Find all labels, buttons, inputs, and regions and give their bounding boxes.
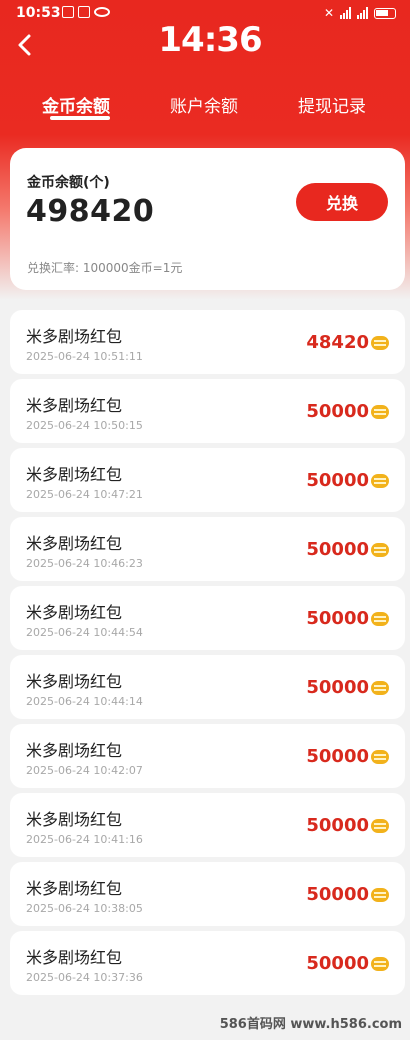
record-title: 米多剧场红包 — [26, 810, 123, 829]
record-time: 2025-06-24 10:50:15 — [26, 419, 143, 432]
record-title: 米多剧场红包 — [26, 879, 123, 898]
coin-stack-icon — [371, 543, 389, 557]
signal-icon — [340, 7, 351, 19]
record-amount: 50000 — [306, 953, 369, 974]
record-title: 米多剧场红包 — [26, 396, 123, 415]
record-time: 2025-06-24 10:46:23 — [26, 557, 143, 570]
coin-stack-icon — [371, 750, 389, 764]
notification-icon — [78, 6, 90, 18]
list-item[interactable]: 米多剧场红包 2025-06-24 10:37:36 50000 — [10, 931, 405, 995]
tab-account-balance[interactable]: 账户余额 — [170, 92, 238, 117]
signal-icon — [357, 7, 368, 19]
record-title: 米多剧场红包 — [26, 948, 123, 967]
record-time: 2025-06-24 10:42:07 — [26, 764, 143, 777]
balance-value: 498420 — [26, 194, 155, 229]
record-time: 2025-06-24 10:44:54 — [26, 626, 143, 639]
record-amount: 50000 — [306, 539, 369, 560]
balance-card: 金币余额(个) 498420 兑换 兑换汇率: 100000金币=1元 — [10, 148, 405, 290]
eye-icon — [94, 7, 110, 17]
record-title: 米多剧场红包 — [26, 741, 123, 760]
coin-stack-icon — [371, 474, 389, 488]
mute-icon: ✕ — [323, 6, 334, 20]
watermark: 586首码网 www.h586.com — [219, 1017, 402, 1032]
balance-label: 金币余额(个) — [27, 175, 110, 191]
record-amount: 50000 — [306, 677, 369, 698]
record-amount: 50000 — [306, 608, 369, 629]
list-item[interactable]: 米多剧场红包 2025-06-24 10:47:21 50000 — [10, 448, 405, 512]
coin-stack-icon — [371, 957, 389, 971]
record-time: 2025-06-24 10:37:36 — [26, 971, 143, 984]
record-amount: 50000 — [306, 746, 369, 767]
record-title: 米多剧场红包 — [26, 603, 123, 622]
coin-stack-icon — [371, 888, 389, 902]
status-left-icons — [62, 6, 110, 18]
exchange-rate: 兑换汇率: 100000金币=1元 — [27, 261, 183, 275]
exchange-button[interactable]: 兑换 — [296, 183, 388, 221]
list-item[interactable]: 米多剧场红包 2025-06-24 10:44:14 50000 — [10, 655, 405, 719]
battery-icon — [374, 7, 396, 19]
coin-stack-icon — [371, 612, 389, 626]
status-time: 10:53 — [16, 5, 61, 21]
record-time: 2025-06-24 10:47:21 — [26, 488, 143, 501]
tab-withdraw-records[interactable]: 提现记录 — [298, 92, 366, 117]
list-item[interactable]: 米多剧场红包 2025-06-24 10:51:11 48420 — [10, 310, 405, 374]
record-time: 2025-06-24 10:38:05 — [26, 902, 143, 915]
back-arrow-icon[interactable] — [12, 32, 38, 58]
record-time: 2025-06-24 10:41:16 — [26, 833, 143, 846]
list-item[interactable]: 米多剧场红包 2025-06-24 10:44:54 50000 — [10, 586, 405, 650]
tab-coin-balance[interactable]: 金币余额 — [42, 92, 110, 117]
record-time: 2025-06-24 10:44:14 — [26, 695, 143, 708]
record-amount: 50000 — [306, 815, 369, 836]
tab-bar: 金币余额 账户余额 提现记录 — [0, 92, 410, 132]
coin-stack-icon — [371, 681, 389, 695]
record-title: 米多剧场红包 — [26, 327, 123, 346]
record-amount: 50000 — [306, 884, 369, 905]
status-right-icons: ✕ — [324, 6, 396, 20]
record-amount: 48420 — [306, 332, 369, 353]
record-title: 米多剧场红包 — [26, 465, 123, 484]
coin-stack-icon — [371, 336, 389, 350]
tab-active-indicator — [50, 116, 110, 120]
record-title: 米多剧场红包 — [26, 534, 123, 553]
notification-icon — [62, 6, 74, 18]
page-title: 14:36 — [158, 20, 262, 60]
list-item[interactable]: 米多剧场红包 2025-06-24 10:50:15 50000 — [10, 379, 405, 443]
list-item[interactable]: 米多剧场红包 2025-06-24 10:46:23 50000 — [10, 517, 405, 581]
record-amount: 50000 — [306, 401, 369, 422]
record-title: 米多剧场红包 — [26, 672, 123, 691]
coin-stack-icon — [371, 819, 389, 833]
record-time: 2025-06-24 10:51:11 — [26, 350, 143, 363]
list-item[interactable]: 米多剧场红包 2025-06-24 10:41:16 50000 — [10, 793, 405, 857]
list-item[interactable]: 米多剧场红包 2025-06-24 10:42:07 50000 — [10, 724, 405, 788]
coin-stack-icon — [371, 405, 389, 419]
record-amount: 50000 — [306, 470, 369, 491]
list-item[interactable]: 米多剧场红包 2025-06-24 10:38:05 50000 — [10, 862, 405, 926]
